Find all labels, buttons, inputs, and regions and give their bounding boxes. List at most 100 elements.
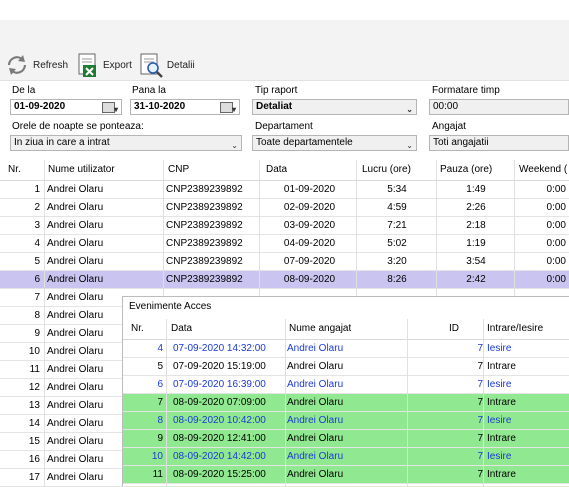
time-format-select[interactable]: 00:00 bbox=[429, 99, 569, 115]
export-button[interactable]: Export bbox=[74, 52, 132, 78]
access-event-row[interactable]: 6 07-09-2020 16:39:00 Andrei Olaru 7 Iesire bbox=[123, 376, 569, 394]
cell-in-out: Intrare bbox=[487, 397, 516, 408]
cell-pause: 1:19 bbox=[466, 238, 486, 249]
cell-nr: 10 bbox=[151, 451, 163, 462]
cell-id: 7 bbox=[477, 397, 483, 408]
cell-nr: 8 bbox=[34, 310, 40, 321]
cell-date: 08-09-2020 07:09:00 bbox=[173, 397, 266, 408]
cell-nr: 6 bbox=[157, 379, 163, 390]
department-value: Toate departamentele bbox=[256, 137, 353, 148]
cell-nr: 1 bbox=[34, 184, 40, 195]
filters-panel: De la 01-09-2020 ▾ Pana la 31-10-2020 ▾ … bbox=[0, 84, 569, 154]
cell-nr: 10 bbox=[28, 346, 40, 357]
cell-nr: 13 bbox=[28, 400, 40, 411]
column-header-nr[interactable]: Nr. bbox=[8, 161, 21, 179]
column-header-nr[interactable]: Nr. bbox=[131, 320, 144, 338]
column-header-work[interactable]: Lucru (ore) bbox=[362, 161, 411, 179]
column-header-username[interactable]: Nume utilizator bbox=[48, 161, 115, 179]
cell-nr: 14 bbox=[28, 418, 40, 429]
cell-nr: 2 bbox=[34, 202, 40, 213]
cell-date: 08-09-2020 12:41:00 bbox=[173, 433, 266, 444]
table-row[interactable]: 2 Andrei Olaru CNP2389239892 02-09-2020 4:59… bbox=[0, 199, 569, 217]
access-event-row[interactable]: 10 08-09-2020 14:42:00 Andrei Olaru 7 Iesire bbox=[123, 448, 569, 466]
cell-id: 7 bbox=[477, 361, 483, 372]
cell-pause: 2:42 bbox=[466, 274, 486, 285]
cell-work: 5:34 bbox=[387, 184, 407, 195]
cell-nr: 4 bbox=[34, 238, 40, 249]
report-type-select[interactable]: Detaliat ⌄ bbox=[252, 99, 417, 115]
refresh-button[interactable]: Refresh bbox=[4, 52, 68, 78]
night-hours-value: In ziua in care a intrat bbox=[14, 137, 110, 148]
night-hours-select[interactable]: In ziua in care a intrat ⌄ bbox=[10, 135, 242, 151]
column-divider bbox=[285, 319, 286, 486]
cell-pause: 1:49 bbox=[466, 184, 486, 195]
cell-in-out: Iesire bbox=[487, 343, 512, 354]
table-row[interactable]: 4 Andrei Olaru CNP2389239892 04-09-2020 5:02… bbox=[0, 235, 569, 253]
time-format-value: 00:00 bbox=[433, 101, 459, 112]
table-row[interactable]: 5 Andrei Olaru CNP2389239892 07-09-2020 3:20… bbox=[0, 253, 569, 271]
column-header-pause[interactable]: Pauza (ore) bbox=[440, 161, 492, 179]
access-event-row[interactable]: 7 08-09-2020 07:09:00 Andrei Olaru 7 Intrare bbox=[123, 394, 569, 412]
employee-value: Toti angajatii bbox=[433, 137, 489, 148]
column-header-cnp[interactable]: CNP bbox=[168, 161, 189, 179]
from-date-label: De la bbox=[12, 85, 36, 96]
cell-weekend: 0:00 bbox=[546, 238, 566, 249]
cell-in-out: Intrare bbox=[487, 433, 516, 444]
cell-employee-name: Andrei Olaru bbox=[287, 379, 344, 390]
details-button[interactable]: Detalii bbox=[138, 52, 195, 78]
access-event-row[interactable]: 5 07-09-2020 15:19:00 Andrei Olaru 7 Intrare bbox=[123, 358, 569, 376]
employee-select[interactable]: Toti angajatii bbox=[429, 135, 569, 151]
export-label: Export bbox=[103, 59, 132, 71]
to-date-picker[interactable]: 31-10-2020 ▾ bbox=[130, 99, 240, 115]
cell-work: 3:20 bbox=[387, 256, 407, 267]
table-row[interactable]: 1 Andrei Olaru CNP2389239892 01-09-2020 5:34… bbox=[0, 181, 569, 199]
details-magnifier-icon bbox=[138, 52, 164, 78]
cell-employee-name: Andrei Olaru bbox=[287, 469, 344, 480]
column-header-weekend[interactable]: Weekend ( bbox=[519, 161, 567, 179]
table-row[interactable]: 3 Andrei Olaru CNP2389239892 03-09-2020 7:21… bbox=[0, 217, 569, 235]
excel-export-icon bbox=[74, 52, 100, 78]
cell-nr: 12 bbox=[28, 382, 40, 393]
access-event-row[interactable]: 9 08-09-2020 12:41:00 Andrei Olaru 7 Intrare bbox=[123, 430, 569, 448]
cell-pause: 3:54 bbox=[466, 256, 486, 267]
cell-cnp: CNP2389239892 bbox=[166, 202, 243, 213]
column-header-date[interactable]: Data bbox=[266, 161, 287, 179]
cell-username: Andrei Olaru bbox=[47, 202, 104, 213]
cell-nr: 9 bbox=[157, 433, 163, 444]
grid-header: Nr. Nume utilizator CNP Data Lucru (ore)… bbox=[0, 160, 569, 181]
chevron-down-icon: ⌄ bbox=[406, 105, 413, 114]
column-header-in-out[interactable]: Intrare/Iesire bbox=[487, 320, 543, 338]
details-label: Detalii bbox=[166, 59, 195, 71]
column-divider bbox=[44, 160, 45, 487]
chevron-down-icon: ▾ bbox=[231, 105, 236, 114]
cell-username: Andrei Olaru bbox=[47, 220, 104, 231]
access-event-row[interactable]: 8 08-09-2020 10:42:00 Andrei Olaru 7 Iesire bbox=[123, 412, 569, 430]
from-date-picker[interactable]: 01-09-2020 ▾ bbox=[10, 99, 122, 115]
cell-id: 7 bbox=[477, 469, 483, 480]
cell-date: 02-09-2020 bbox=[283, 202, 336, 213]
cell-weekend: 0:00 bbox=[546, 184, 566, 195]
cell-username: Andrei Olaru bbox=[47, 238, 104, 249]
cell-employee-name: Andrei Olaru bbox=[287, 397, 344, 408]
department-select[interactable]: Toate departamentele ⌄ bbox=[252, 135, 417, 151]
access-event-row[interactable]: 11 08-09-2020 15:25:00 Andrei Olaru 7 Intrar… bbox=[123, 466, 569, 484]
department-label: Departament bbox=[255, 121, 313, 132]
access-events-title: Evenimente Acces bbox=[129, 301, 212, 312]
cell-cnp: CNP2389239892 bbox=[166, 184, 243, 195]
chevron-down-icon: ⌄ bbox=[406, 141, 413, 150]
cell-work: 7:21 bbox=[387, 220, 407, 231]
column-header-id[interactable]: ID bbox=[449, 320, 459, 338]
cell-nr: 8 bbox=[157, 415, 163, 426]
table-row[interactable]: 6 Andrei Olaru CNP2389239892 08-09-2020 8:26… bbox=[0, 271, 569, 289]
cell-id: 7 bbox=[477, 343, 483, 354]
column-header-date[interactable]: Data bbox=[171, 320, 192, 338]
cell-nr: 9 bbox=[34, 328, 40, 339]
cell-nr: 7 bbox=[157, 397, 163, 408]
cell-in-out: Intrare bbox=[487, 361, 516, 372]
from-date-value: 01-09-2020 bbox=[14, 101, 66, 112]
cell-pause: 2:18 bbox=[466, 220, 486, 231]
cell-id: 7 bbox=[477, 451, 483, 462]
column-header-employee-name[interactable]: Nume angajat bbox=[289, 320, 351, 338]
cell-nr: 5 bbox=[157, 361, 163, 372]
access-event-row[interactable]: 4 07-09-2020 14:32:00 Andrei Olaru 7 Iesire bbox=[123, 340, 569, 358]
